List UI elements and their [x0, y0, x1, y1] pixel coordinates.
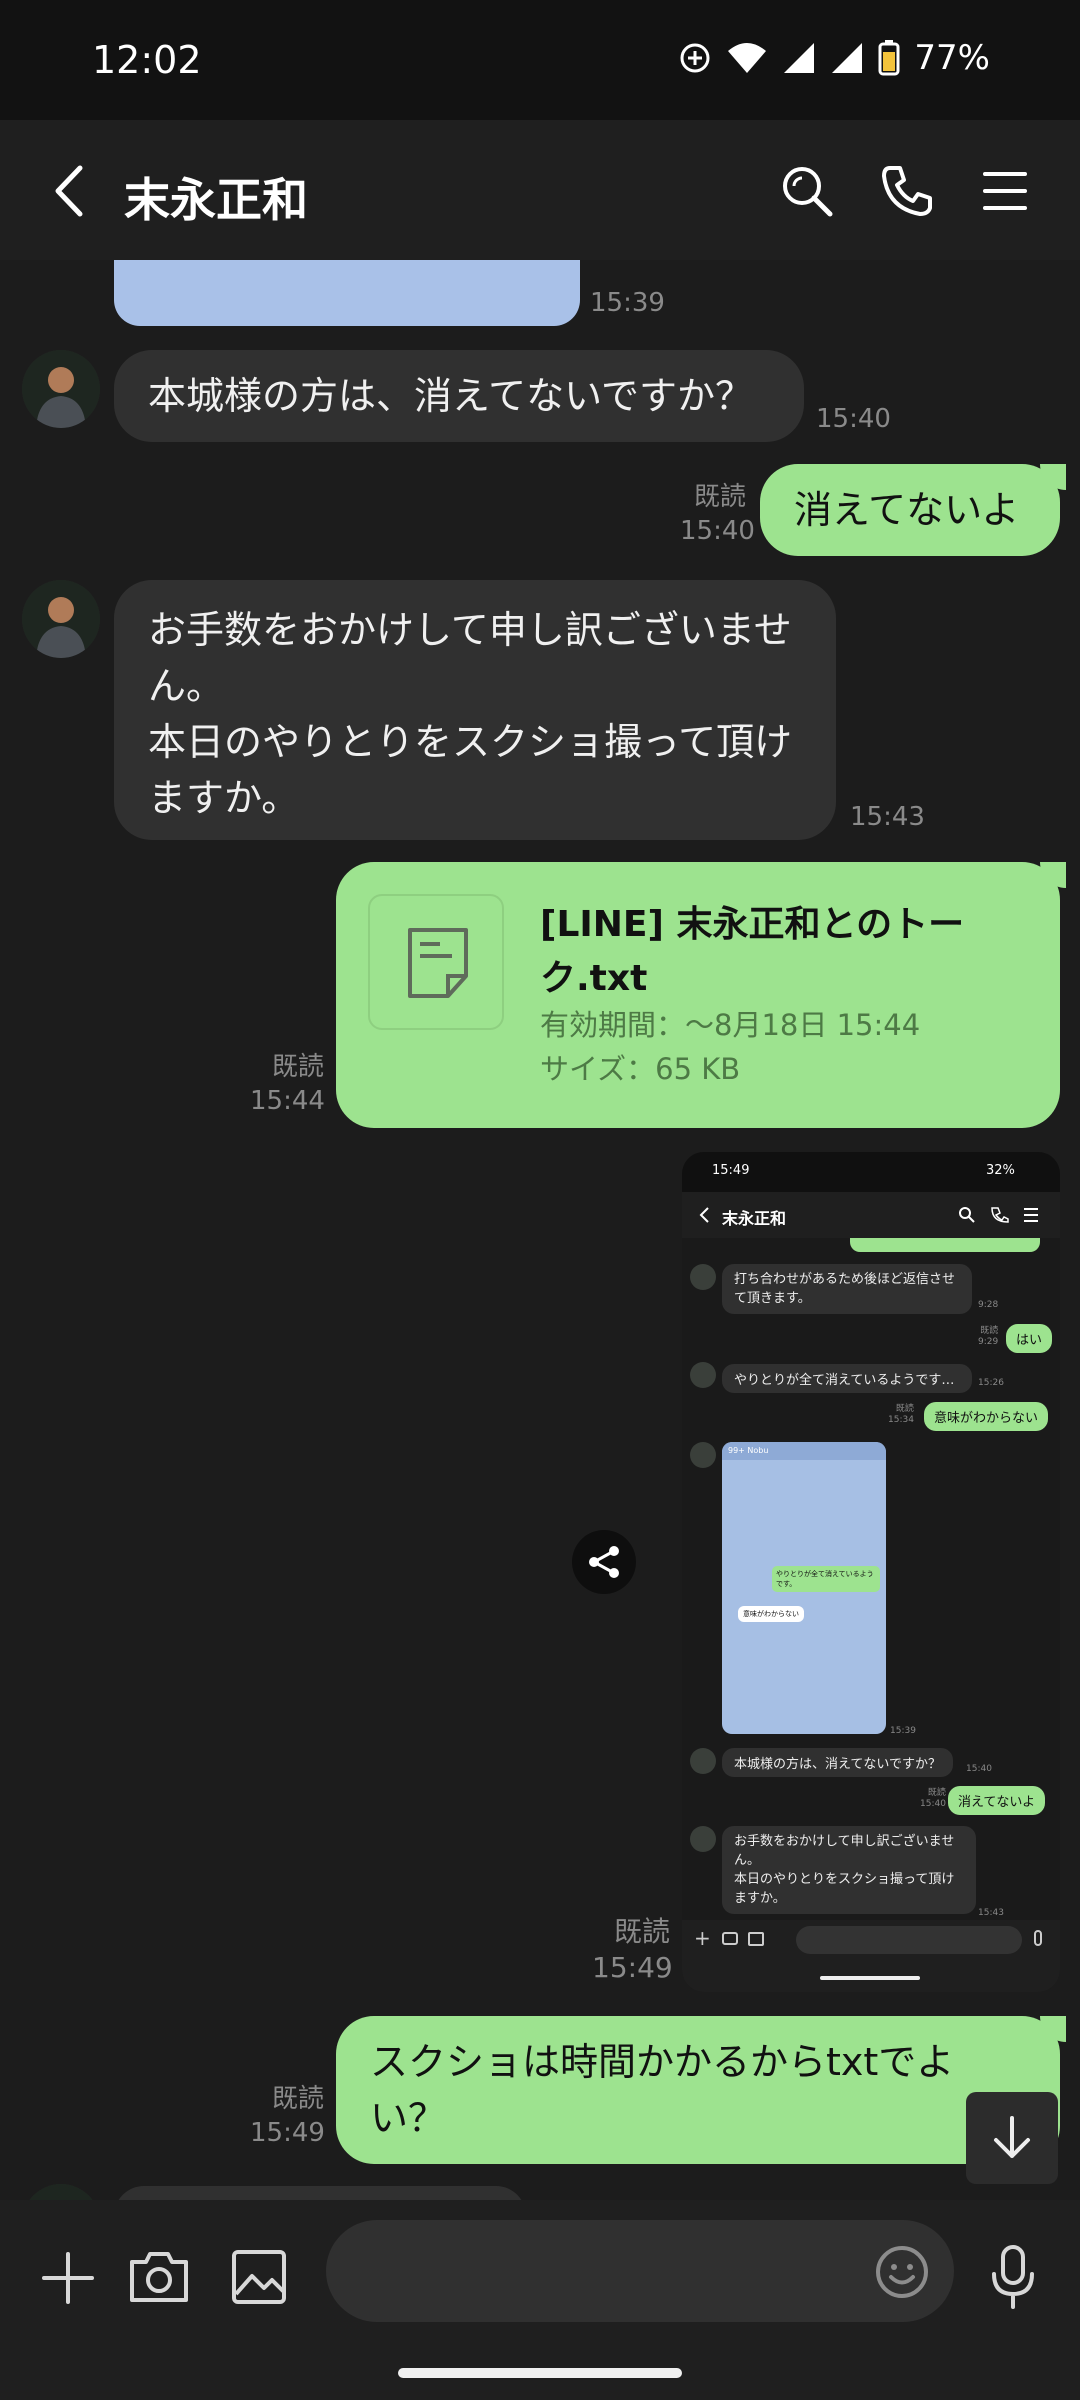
message-text: スクショは時間かかるからtxtでよい？ [370, 2040, 955, 2140]
thumb-battery: 32% [986, 1163, 1015, 1178]
message-time: 15:44 [250, 1086, 325, 1116]
thumb-message-time: 15:40 [966, 1764, 992, 1774]
file-name: [LINE] 末永正和とのトーク.txt [540, 904, 965, 999]
file-size: サイズ：65 KB [540, 1052, 741, 1086]
status-bar: 12:02 77% [0, 0, 1080, 120]
back-icon[interactable] [50, 164, 86, 218]
battery-icon [878, 40, 900, 76]
message-bubble[interactable]: 本城様の方は、消えてないですか？ [114, 350, 804, 442]
thumb-message-text: お手数をおかけして申し訳ございません。 本日のやりとりをスクショ撮って頂けますか… [722, 1826, 976, 1914]
message-input[interactable] [326, 2220, 954, 2322]
message-bubble[interactable] [114, 2186, 526, 2200]
read-receipt: 既読 [271, 2084, 324, 2114]
thumb-time: 9:29 [978, 1337, 999, 1347]
thumb-read: 既読 [895, 1404, 914, 1414]
image-message[interactable] [114, 260, 580, 326]
thumb-message-text: 本城様の方は、消えてないですか？ [722, 1748, 953, 1777]
thumb-status-time: 15:49 [712, 1163, 750, 1178]
share-button[interactable] [572, 1530, 636, 1594]
thumb-message-text: はい [1006, 1324, 1053, 1353]
read-receipt: 既読 [613, 1915, 670, 1948]
data-saver-icon [680, 43, 710, 73]
message-text: お手数をおかけして申し訳ございません。 本日のやりとりをスクショ撮って頂けますか… [148, 608, 793, 820]
thumb-nested-header: 99+ Nobu [722, 1442, 886, 1460]
read-receipt: 既読 [693, 482, 746, 512]
phone-icon[interactable] [880, 164, 934, 218]
thumb-message-time: 9:28 [978, 1300, 999, 1310]
arrow-down-icon [994, 2116, 1030, 2158]
thumb-message-time: 15:26 [978, 1378, 1004, 1388]
thumb-message-time: 15:39 [890, 1726, 916, 1736]
thumb-nested-out: やりとりが全て消えているようです。 [772, 1566, 880, 1592]
thumb-title: 末永正和 [722, 1209, 787, 1228]
message-bubble[interactable]: 消えてないよ [760, 464, 1060, 556]
message-text: 本城様の方は、消えてないですか？ [148, 374, 753, 418]
menu-icon[interactable] [982, 170, 1028, 212]
status-icons: 77% [678, 38, 990, 78]
message-time: 15:43 [850, 802, 925, 832]
thumb-read: 既読 [927, 1788, 946, 1798]
thumb-message-text: 意味がわからない [924, 1402, 1049, 1431]
file-expiry: 有効期間：～8月18日 15:44 [540, 1008, 921, 1042]
emoji-icon[interactable] [874, 2244, 930, 2300]
microphone-icon[interactable] [990, 2244, 1036, 2310]
thumb-time: 15:34 [888, 1415, 914, 1425]
thumb-message-text: 消えてないよ [948, 1786, 1046, 1815]
thumb-message-text: 打ち合わせがあるため後ほど返信させて頂きます。 [722, 1264, 972, 1314]
message-bubble[interactable]: お手数をおかけして申し訳ございません。 本日のやりとりをスクショ撮って頂けますか… [114, 580, 836, 840]
status-time: 12:02 [92, 38, 202, 82]
message-time: 15:40 [816, 404, 891, 434]
thumb-back-icon [699, 1207, 709, 1223]
scroll-to-bottom-button[interactable] [966, 2092, 1058, 2184]
thumb-nested-in: 意味がわからない [738, 1606, 804, 1622]
camera-icon[interactable] [128, 2246, 190, 2306]
home-indicator[interactable] [398, 2368, 682, 2378]
image-icon[interactable] [230, 2248, 288, 2306]
thumb-header-icons [959, 1207, 1038, 1223]
chat-title: 末永正和 [124, 173, 308, 227]
screenshot-image[interactable]: 15:49 32% 末永正和 打ち合わせがあるため後ほど返信させて頂きます。 9… [682, 1152, 1060, 1992]
share-icon [589, 1546, 619, 1578]
message-text: 消えてないよ [794, 488, 1020, 532]
message-time: 15:40 [680, 516, 755, 546]
chat-area[interactable]: 15:39 本城様の方は、消えてないですか？ 15:40 既読 15:40 消え… [0, 260, 1080, 2200]
avatar[interactable] [22, 580, 100, 658]
message-time: 15:39 [590, 288, 665, 318]
file-thumbnail [368, 894, 504, 1030]
thumb-message-text: やりとりが全て消えているようです… [722, 1364, 972, 1393]
read-receipt: 既読 [271, 1052, 324, 1082]
thumb-read: 既読 [980, 1326, 999, 1336]
document-icon [408, 928, 468, 998]
thumb-time: 15:40 [920, 1799, 946, 1809]
wifi-icon [728, 43, 767, 73]
avatar[interactable] [22, 350, 100, 428]
thumb-nested-screenshot: 99+ Nobu やりとりが全て消えているようです。 意味がわからない [722, 1442, 886, 1734]
message-time: 15:49 [592, 1951, 673, 1984]
thumb-message-time: 15:43 [978, 1908, 1004, 1918]
chat-header: 末永正和 [0, 120, 1080, 260]
signal-icon [784, 43, 815, 73]
battery-percent: 77% [914, 38, 990, 78]
signal-icon-2 [832, 43, 863, 73]
file-message[interactable]: [LINE] 末永正和とのトーク.txt 有効期間：～8月18日 15:44 サ… [336, 862, 1060, 1128]
input-bar [0, 2200, 1080, 2400]
search-icon[interactable] [780, 164, 834, 218]
plus-icon[interactable] [40, 2250, 96, 2306]
message-bubble[interactable]: スクショは時間かかるからtxtでよい？ [336, 2016, 1060, 2164]
avatar[interactable] [22, 2184, 100, 2200]
message-time: 15:49 [250, 2118, 325, 2148]
